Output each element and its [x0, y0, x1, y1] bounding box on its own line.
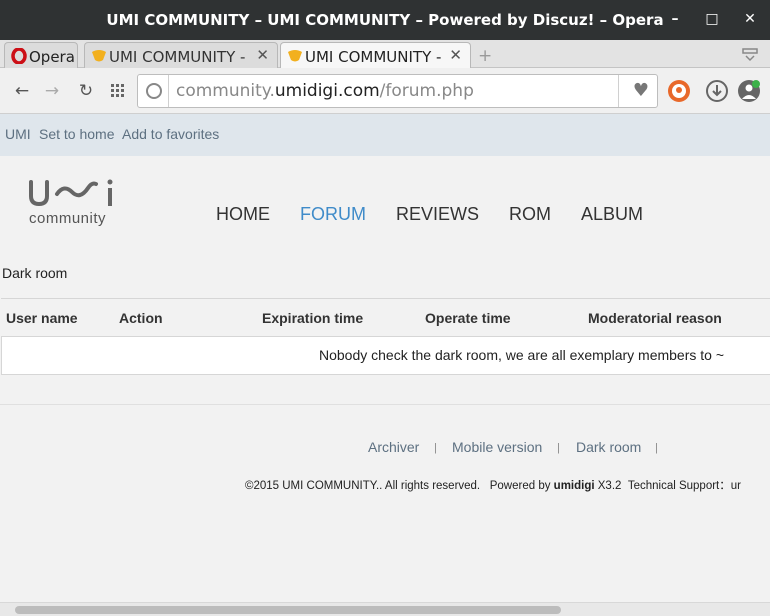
table-row: Nobody check the dark room, we are all e… [1, 337, 770, 375]
nav-reviews[interactable]: REVIEWS [396, 204, 479, 225]
horizontal-scrollbar[interactable] [0, 602, 770, 616]
technical-support-text: Technical Support：ur [627, 480, 741, 492]
site-info-icon[interactable] [146, 83, 162, 99]
column-operate-time: Operate time [425, 310, 511, 326]
footer-separator: | [655, 442, 658, 454]
umi-link[interactable]: UMI [5, 126, 31, 142]
bookmark-heart-icon[interactable]: ♥ [633, 80, 649, 101]
url-text[interactable]: community.umidigi.com/forum.php [176, 81, 474, 101]
duckduckgo-extension-icon[interactable] [668, 80, 690, 102]
logo-text: community [29, 210, 107, 227]
favicon-icon [91, 48, 106, 62]
powered-by-label: Powered by [489, 480, 551, 492]
close-window-button[interactable]: ✕ [740, 9, 760, 29]
speed-dial-icon[interactable] [108, 81, 128, 101]
copyright-text: ©2015 UMI COMMUNITY.. All rights reserve… [245, 480, 481, 492]
minimize-button[interactable]: – [665, 9, 685, 29]
column-action: Action [119, 310, 163, 326]
back-button[interactable]: ← [12, 81, 32, 101]
column-expiration-time: Expiration time [262, 310, 364, 326]
opera-logo-icon [11, 47, 27, 65]
address-bar[interactable]: community.umidigi.com/forum.php ♥ [137, 74, 658, 108]
set-to-home-link[interactable]: Set to home [39, 126, 115, 142]
powered-by-brand-link[interactable]: umidigi [554, 480, 595, 492]
window-title: UMI COMMUNITY – UMI COMMUNITY – Powered … [106, 11, 664, 29]
tab-label: UMI COMMUNITY - F [109, 48, 247, 66]
new-tab-icon[interactable]: + [478, 46, 492, 66]
tab-umi-active[interactable]: UMI COMMUNITY - U ✕ [280, 42, 471, 68]
nav-home[interactable]: HOME [216, 204, 270, 225]
window-titlebar: UMI COMMUNITY – UMI COMMUNITY – Powered … [0, 0, 770, 40]
favicon-icon [287, 48, 302, 62]
nav-rom[interactable]: ROM [509, 204, 551, 225]
nav-forum[interactable]: FORUM [300, 204, 366, 225]
download-icon[interactable] [706, 80, 728, 102]
maximize-button[interactable]: □ [702, 9, 722, 29]
page-title: Dark room [2, 265, 68, 281]
page-content: UMI Set to home Add to favorites communi… [0, 114, 770, 602]
account-sync-icon[interactable] [738, 80, 760, 102]
tab-label: Opera [29, 48, 75, 66]
divider [168, 75, 169, 107]
site-logo[interactable]: community [28, 178, 118, 228]
footer-separator: | [557, 442, 560, 454]
dark-room-table: User name Action Expiration time Operate… [1, 298, 770, 375]
tab-label: UMI COMMUNITY - U [305, 48, 445, 66]
reload-button[interactable]: ↻ [76, 81, 96, 101]
forward-button[interactable]: → [42, 81, 62, 101]
footer-divider [0, 404, 770, 405]
top-links-bar: UMI Set to home Add to favorites [0, 114, 770, 156]
tab-umi-forum[interactable]: UMI COMMUNITY - F ✕ [84, 42, 278, 68]
dark-room-link[interactable]: Dark room [576, 439, 641, 455]
nav-album[interactable]: ALBUM [581, 204, 643, 225]
column-moderatorial-reason: Moderatorial reason [588, 310, 722, 326]
tab-opera[interactable]: Opera [4, 42, 78, 68]
tab-close-icon[interactable]: ✕ [449, 46, 462, 64]
copyright-line: ©2015 UMI COMMUNITY.. All rights reserve… [245, 477, 741, 493]
mobile-version-link[interactable]: Mobile version [452, 439, 542, 455]
footer-separator: | [434, 442, 437, 454]
tab-bar: Opera UMI COMMUNITY - F ✕ UMI COMMUNITY … [0, 40, 770, 68]
archiver-link[interactable]: Archiver [368, 439, 419, 455]
empty-message: Nobody check the dark room, we are all e… [319, 347, 725, 363]
umi-logo-icon [29, 179, 113, 207]
column-user-name: User name [6, 310, 78, 326]
scrollbar-thumb[interactable] [15, 606, 561, 614]
powered-by-version: X3.2 [597, 480, 622, 492]
browser-toolbar: ← → ↻ community.umidigi.com/forum.php ♥ [0, 68, 770, 114]
divider [618, 75, 619, 107]
tab-close-icon[interactable]: ✕ [256, 46, 269, 64]
tab-menu-icon[interactable] [742, 47, 758, 62]
add-to-favorites-link[interactable]: Add to favorites [122, 126, 219, 142]
table-header: User name Action Expiration time Operate… [1, 299, 770, 337]
